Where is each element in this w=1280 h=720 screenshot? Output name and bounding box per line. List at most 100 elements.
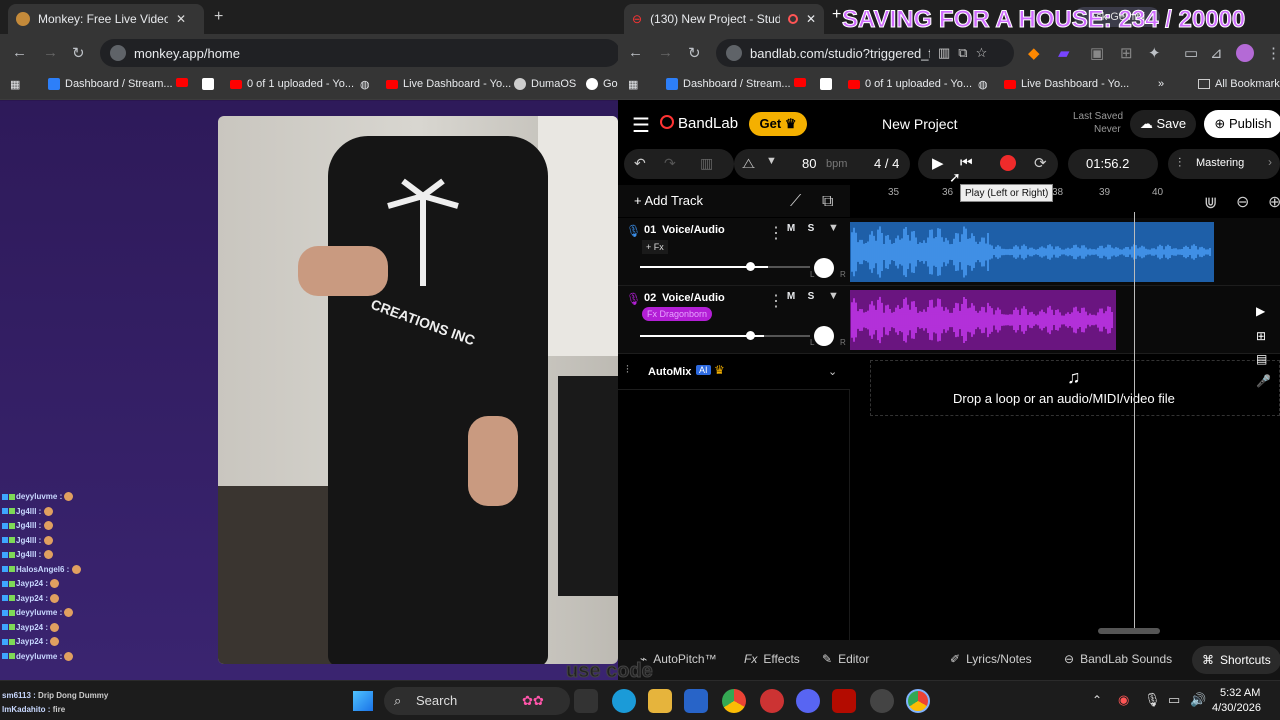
solo-button[interactable]: S — [802, 288, 820, 306]
mastering-button[interactable]: ⫶ Mastering › — [1168, 149, 1280, 179]
track-settings-icon[interactable]: ⧉ — [822, 193, 833, 211]
chrome-active-icon[interactable] — [906, 689, 930, 713]
forward-icon[interactable]: → — [43, 44, 58, 61]
metronome-icon[interactable]: ⧍ — [742, 155, 755, 172]
automix-expand-icon[interactable]: ⌄ — [828, 365, 837, 378]
star-icon[interactable]: ☆ — [976, 45, 988, 61]
site-info-icon[interactable] — [726, 45, 742, 61]
extension-3-icon[interactable]: ▣ — [1090, 44, 1104, 62]
playhead[interactable] — [1134, 212, 1135, 628]
chrome-icon[interactable] — [722, 689, 746, 713]
record-icon[interactable] — [1000, 155, 1016, 171]
fx-chip[interactable]: Fx Dragonborn — [642, 307, 713, 321]
magnet-icon[interactable]: ⋓ — [1204, 193, 1217, 213]
bandlab-sounds-button[interactable]: ⊖ BandLab Sounds — [1064, 652, 1172, 666]
track-1-header[interactable]: 🎙 01 Voice/Audio ⋮ M S ▼ + Fx L R — [618, 218, 850, 286]
solo-button[interactable]: S — [802, 220, 820, 238]
lyrics-notes-button[interactable]: ✐ Lyrics/Notes — [950, 652, 1032, 666]
mute-button[interactable]: M — [782, 220, 800, 238]
tab-monkey[interactable]: Monkey: Free Live Video Ch ✕ — [8, 4, 204, 34]
apps-grid-icon[interactable]: ▦ — [10, 78, 20, 91]
amazon-icon[interactable] — [202, 78, 214, 90]
bpm-value[interactable]: 80 — [802, 156, 816, 171]
url-field[interactable]: bandlab.com/studio?triggered_fr... ▥ ⧉ ☆ — [716, 39, 1014, 67]
save-button[interactable]: ☁ Save — [1130, 110, 1196, 138]
taskbar-date[interactable]: 4/30/2026 — [1212, 702, 1261, 714]
volume-handle[interactable] — [746, 331, 755, 340]
edge-icon[interactable] — [612, 689, 636, 713]
track-name[interactable]: Voice/Audio — [662, 224, 725, 236]
profile-avatar[interactable] — [1236, 44, 1254, 62]
brand-name[interactable]: BandLab — [678, 115, 738, 132]
effects-button[interactable]: Fx Effects — [744, 652, 800, 666]
add-fx-button[interactable]: + Fx — [642, 240, 668, 254]
track-name[interactable]: Voice/Audio — [662, 292, 725, 304]
time-signature[interactable]: 4 / 4 — [874, 156, 899, 171]
new-tab-button[interactable]: + — [214, 8, 223, 26]
adobe-icon[interactable] — [832, 689, 856, 713]
all-bookmarks[interactable]: All Bookmarks — [1198, 78, 1280, 90]
back-icon[interactable]: ← — [12, 44, 27, 61]
windows-start-icon[interactable] — [353, 691, 373, 711]
bookmark-dashboard[interactable]: Dashboard / Stream... — [666, 78, 791, 90]
bookmark-uploaded[interactable]: 0 of 1 uploaded - Yo... — [848, 78, 972, 90]
folder-icon[interactable] — [648, 689, 672, 713]
tools-icon[interactable]: ▥ — [700, 155, 713, 172]
zoom-out-icon[interactable]: ⊖ — [1236, 192, 1249, 212]
metronome-dropdown-icon[interactable]: ▼ — [766, 155, 777, 167]
taskbar-time[interactable]: 5:32 AM — [1220, 687, 1260, 699]
amazon-icon[interactable] — [820, 78, 832, 90]
rail-chat-icon[interactable]: ▤ — [1256, 352, 1267, 366]
reload-icon[interactable]: ↻ — [72, 44, 85, 62]
file-explorer-icon[interactable] — [574, 689, 598, 713]
volume-slider[interactable] — [640, 266, 810, 268]
bookmark-uploaded[interactable]: 0 of 1 uploaded - Yo... — [230, 78, 354, 90]
zoom-in-icon[interactable]: ⊕ — [1268, 192, 1280, 212]
project-name[interactable]: New Project — [882, 116, 957, 132]
menu-dots-icon[interactable]: ⋮ — [1266, 44, 1280, 62]
undo-icon[interactable]: ↶ — [634, 155, 646, 172]
wand-icon[interactable]: ⟋ — [790, 193, 801, 211]
editor-button[interactable]: ✎ Editor — [822, 652, 869, 666]
split-view-icon[interactable]: ▭ — [1184, 44, 1198, 62]
bookmark-go[interactable]: Go — [586, 78, 618, 90]
app-red-icon[interactable] — [760, 689, 784, 713]
get-membership-button[interactable]: Get ♛ — [749, 112, 807, 136]
volume-slider[interactable] — [640, 335, 810, 337]
tray-mic-icon[interactable]: 🎙 — [1144, 692, 1161, 708]
globe-icon[interactable]: ◍ — [978, 78, 988, 91]
audio-clips[interactable] — [850, 218, 1280, 358]
pan-knob[interactable] — [814, 326, 834, 346]
play-icon[interactable]: ▶ — [932, 154, 944, 172]
track-2-header[interactable]: 🎙 02 Voice/Audio ⋮ M S ▼ Fx Dragonborn L… — [618, 286, 850, 354]
automix-row[interactable]: ⫶ AutoMix AI ♛ ⌄ — [618, 354, 850, 390]
cast-media-icon[interactable]: ⊿ — [1210, 44, 1223, 62]
publish-button[interactable]: ⊕ Publish — [1204, 110, 1280, 138]
bookmark-live-dashboard[interactable]: Live Dashboard - Yo... — [1004, 78, 1129, 90]
back-icon[interactable]: ← — [628, 44, 643, 61]
globe-icon[interactable]: ◍ — [360, 78, 370, 91]
tray-volume-icon[interactable]: 🔊 — [1190, 692, 1206, 708]
tray-network-icon[interactable]: ▭ — [1168, 692, 1180, 708]
bookmark-dumaos[interactable]: DumaOS — [514, 78, 576, 90]
mute-button[interactable]: M — [782, 288, 800, 306]
reader-mode-icon[interactable]: ▥ — [938, 45, 950, 61]
new-tab-button[interactable]: + — [832, 6, 841, 24]
loop-icon[interactable]: ⟳ — [1034, 154, 1047, 172]
extension-2-icon[interactable]: ▰ — [1058, 44, 1070, 62]
bookmark-dashboard[interactable]: Dashboard / Stream... — [48, 78, 173, 90]
extension-1-icon[interactable]: ◆ — [1028, 44, 1040, 62]
pan-knob[interactable] — [814, 258, 834, 278]
cast-icon[interactable]: ⧉ — [958, 45, 967, 61]
forward-icon[interactable]: → — [658, 44, 673, 61]
rail-mic-icon[interactable]: 🎤 — [1256, 374, 1271, 388]
rail-play-icon[interactable]: ▶ — [1256, 304, 1265, 318]
apps-grid-icon[interactable]: ▦ — [628, 78, 638, 91]
horizontal-scrollbar[interactable] — [1098, 628, 1160, 634]
youtube-icon[interactable] — [794, 78, 806, 87]
store-icon[interactable] — [684, 689, 708, 713]
hamburger-menu-icon[interactable]: ☰ — [632, 113, 650, 138]
track-expand-icon[interactable]: ▼ — [828, 222, 839, 234]
volume-handle[interactable] — [746, 262, 755, 271]
tab-close-icon[interactable]: ✕ — [806, 12, 816, 26]
